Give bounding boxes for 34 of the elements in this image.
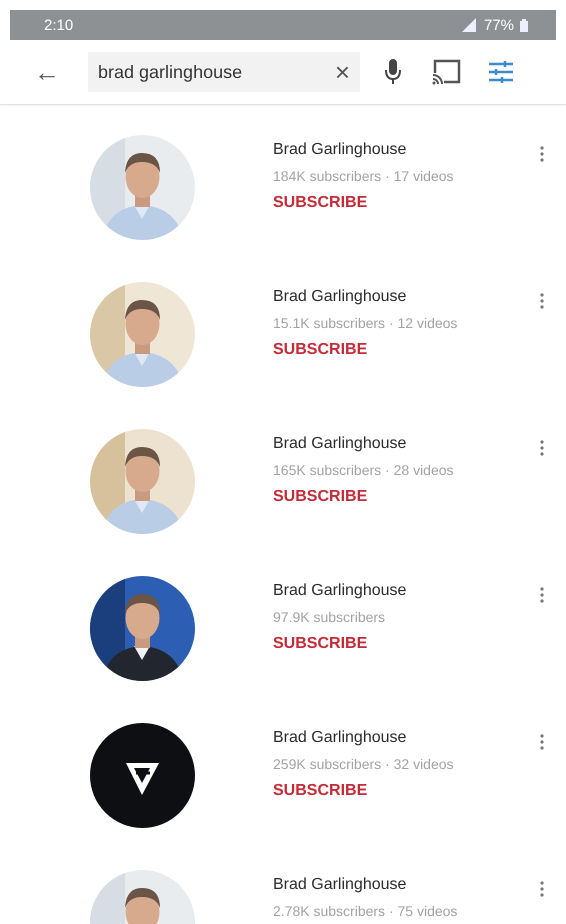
channel-stats: 259K subscribers · 32 videos xyxy=(273,756,454,772)
clear-button[interactable]: × xyxy=(334,56,350,88)
battery-level: 77% xyxy=(484,16,514,34)
subscribe-button[interactable]: SUBSCRIBE xyxy=(273,635,368,653)
channel-name[interactable]: Brad Garlinghouse xyxy=(273,288,406,306)
more-icon xyxy=(540,734,544,750)
channel-stats: 184K subscribers · 17 videos xyxy=(273,168,454,184)
channel-stats: 15.1K subscribers · 12 videos xyxy=(273,315,458,331)
more-icon xyxy=(540,146,544,162)
subscribe-button[interactable]: SUBSCRIBE xyxy=(273,488,368,506)
subscribe-button[interactable]: SUBSCRIBE xyxy=(273,782,368,800)
channel-stats: 165K subscribers · 28 videos xyxy=(273,462,454,478)
more-icon xyxy=(540,440,544,456)
signal-icon xyxy=(460,18,478,32)
logo-icon xyxy=(90,723,195,828)
more-icon xyxy=(540,293,544,309)
channel-name[interactable]: Brad Garlinghouse xyxy=(273,435,406,453)
more-icon xyxy=(540,587,544,603)
channel-name[interactable]: Brad Garlinghouse xyxy=(273,582,406,600)
channel-name[interactable]: Brad Garlinghouse xyxy=(273,876,406,894)
cast-icon xyxy=(432,59,462,85)
filter-icon xyxy=(489,61,513,83)
subscribe-button[interactable]: SUBSCRIBE xyxy=(273,194,368,212)
more-icon xyxy=(540,881,544,897)
microphone-icon xyxy=(385,59,401,85)
search-field[interactable]: brad garlinghouse × xyxy=(88,52,360,92)
channel-name[interactable]: Brad Garlinghouse xyxy=(273,729,406,747)
battery-icon xyxy=(520,18,528,32)
channel-stats: 2.78K subscribers · 75 videos xyxy=(273,903,458,919)
channel-stats: 97.9K subscribers xyxy=(273,609,386,625)
channel-name[interactable]: Brad Garlinghouse xyxy=(273,141,406,159)
status-time: 2:10 xyxy=(44,16,74,34)
subscribe-button[interactable]: SUBSCRIBE xyxy=(273,341,368,359)
back-button[interactable]: ← xyxy=(34,56,88,88)
